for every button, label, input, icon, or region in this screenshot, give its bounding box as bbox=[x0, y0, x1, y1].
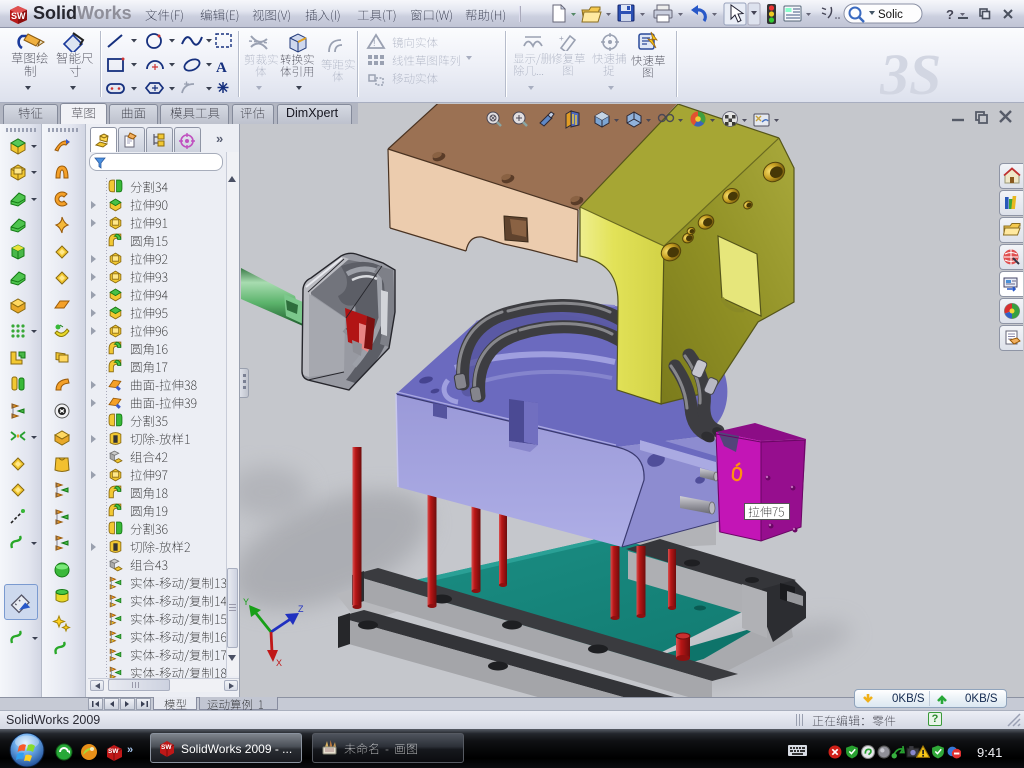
svg-text:Z: Z bbox=[298, 604, 304, 614]
svg-text:+: + bbox=[559, 34, 564, 43]
svg-text:»: » bbox=[127, 744, 133, 756]
svg-text:?: ? bbox=[946, 7, 954, 22]
svg-text:!: ! bbox=[373, 38, 376, 48]
svg-text:Y: Y bbox=[243, 597, 249, 607]
svg-text:SW: SW bbox=[161, 744, 172, 751]
svg-text:SW: SW bbox=[11, 11, 26, 21]
svg-text:Solic: Solic bbox=[878, 9, 903, 21]
svg-text:SW: SW bbox=[108, 748, 119, 755]
svg-text:X: X bbox=[276, 658, 282, 668]
svg-text:3S: 3S bbox=[880, 42, 941, 102]
svg-text:A: A bbox=[216, 60, 227, 76]
